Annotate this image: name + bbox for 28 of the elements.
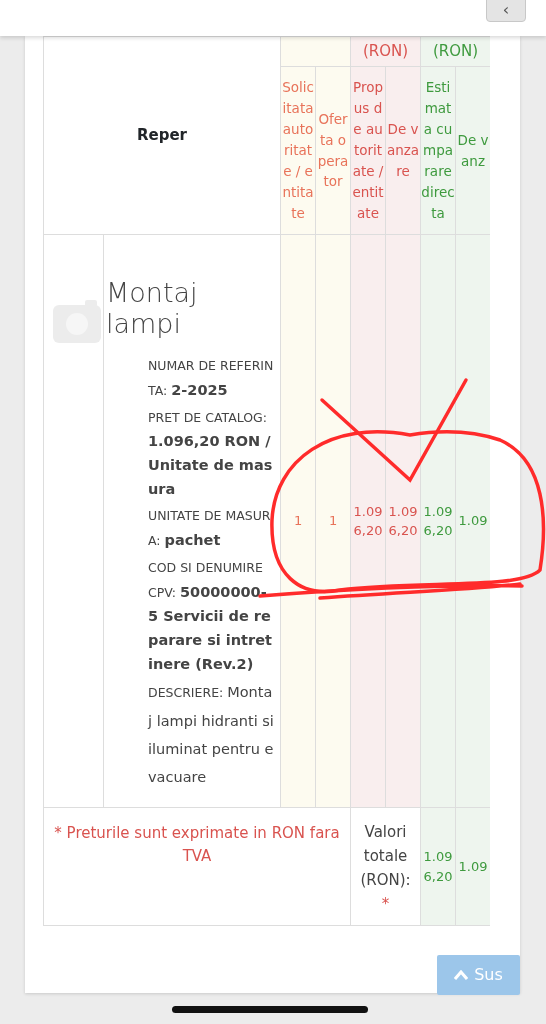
total-value: 1.096,20	[423, 849, 453, 884]
column-header: Solicitata autoritate / entitate	[282, 79, 314, 221]
table-cell: 1.096,20	[423, 503, 453, 539]
total-value: 1.09	[458, 859, 488, 875]
column-header: Propus de autoritate / entitate	[352, 79, 384, 221]
detail-text: NUMAR DE REFERINTA: 2-2025	[148, 357, 274, 400]
column-header: De vanz	[457, 131, 489, 169]
back-button[interactable]: ‹	[486, 0, 526, 22]
item-title: Montaj lampi	[106, 277, 199, 340]
column-group-header: (RON)	[432, 42, 479, 61]
table-cell: 1	[293, 513, 303, 529]
detail-text: COD SI DENUMIRE CPV: 50000000-5 Servicii de reparare si intretinere (Rev.2)	[148, 558, 273, 675]
table-cell: 1	[328, 513, 338, 529]
column-header: Oferta operator	[317, 110, 349, 190]
column-header: De vanzare	[386, 121, 420, 179]
column-header: Reper	[137, 126, 188, 145]
column-header: Estimata cumparare directa	[421, 79, 455, 221]
caret-up-icon	[454, 970, 469, 980]
detail-text: DESCRIERE: Montaj lampi hidranti si iluminat pentru evacuare	[148, 683, 274, 788]
totals-label: Valori totale (RON):	[359, 822, 412, 892]
footnote-text: * Preturile sunt exprimate in RON fara TVA	[54, 824, 340, 865]
table-cell: 1.09	[458, 513, 488, 529]
detail-text: UNITATE DE MASURA: pachet	[148, 507, 272, 551]
table-cell: 1.096,20	[353, 503, 383, 539]
table-cell: 1.096,20	[388, 503, 418, 539]
column-group-header: (RON)	[362, 42, 409, 61]
required-mark: *	[380, 894, 391, 916]
detail-text: PRET DE CATALOG: 1.096,20 RON / Unitate de masura	[148, 408, 274, 500]
